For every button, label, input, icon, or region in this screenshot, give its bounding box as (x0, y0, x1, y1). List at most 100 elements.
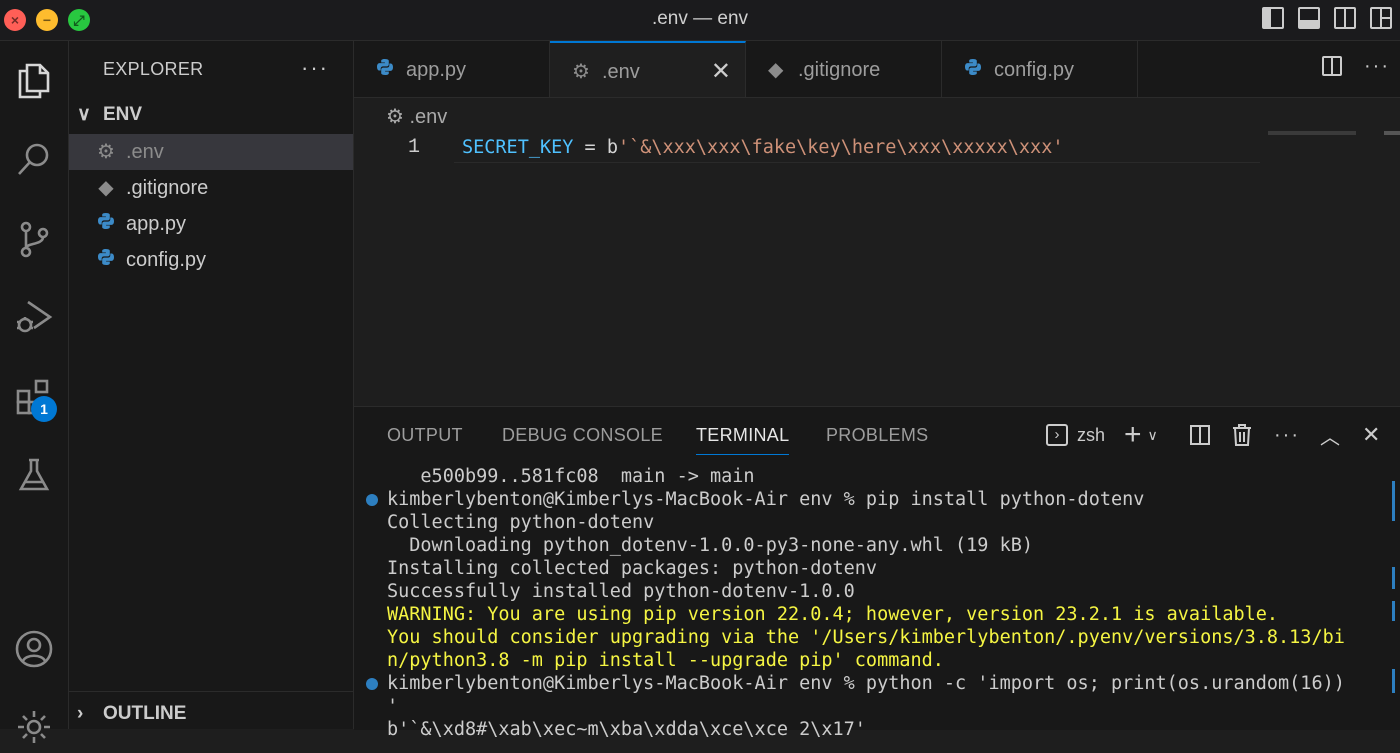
title-bar: × − ⤢ .env — env (0, 0, 1400, 41)
explorer-title: EXPLORER (103, 59, 204, 79)
manage-activity-button[interactable] (8, 701, 60, 753)
tab-terminal[interactable]: TERMINAL (696, 425, 790, 455)
python-icon (95, 242, 117, 278)
tab-config-py[interactable]: config.py (942, 41, 1138, 97)
window-title: .env — env (651, 8, 749, 29)
terminal-scroll-marker (1392, 481, 1395, 521)
code-line[interactable]: 1 SECRET_KEY = b'`&\xxx\xxx\fake\key\her… (354, 133, 1400, 163)
toggle-primary-sidebar-icon[interactable] (1262, 7, 1284, 29)
outline-label: OUTLINE (103, 703, 187, 724)
gear-icon: ⚙ (97, 141, 115, 163)
terminal-shell-selector[interactable]: › zsh (1046, 421, 1105, 449)
extensions-badge: 1 (31, 396, 57, 422)
tab-gitignore[interactable]: ◆ .gitignore (746, 41, 942, 97)
tab-label: .env (602, 61, 640, 83)
terminal-line: Collecting python-dotenv (387, 512, 655, 533)
code-variable: SECRET_KEY (462, 137, 574, 158)
source-control-activity-button[interactable] (8, 213, 60, 265)
close-tab-icon[interactable]: ✕ (711, 43, 731, 101)
terminal-line: ' (387, 696, 399, 717)
close-panel-button[interactable]: ✕ (1362, 421, 1380, 449)
file-label: app.py (126, 213, 187, 235)
chevron-down-icon[interactable]: ∨ (1148, 427, 1158, 444)
run-debug-activity-button[interactable] (8, 291, 60, 343)
command-status-dot[interactable] (366, 494, 378, 506)
current-line-highlight (454, 162, 1260, 163)
python-icon (964, 41, 982, 99)
accounts-activity-button[interactable] (8, 623, 60, 675)
file-label: config.py (126, 249, 207, 271)
tab-debug-console[interactable]: DEBUG CONSOLE (502, 425, 663, 446)
outline-section-header[interactable]: › OUTLINE (77, 703, 186, 725)
file-label: .env (126, 141, 164, 163)
terminal-line: b'`&\xd8#\xab\xec~m\xba\xdda\xce\xce 2\x… (387, 719, 866, 740)
tab-label: .gitignore (798, 59, 881, 81)
more-actions-icon[interactable]: ··· (1364, 56, 1390, 76)
kill-terminal-button[interactable] (1232, 421, 1252, 449)
shell-name: zsh (1077, 424, 1106, 445)
explorer-activity-button[interactable] (8, 55, 60, 107)
code-string: '`&\xxx\xxx\fake\key\here\xxx\xxxxx\xxx' (617, 137, 1064, 158)
chevron-up-icon: ︿ (1320, 426, 1340, 449)
editor-actions: ··· (1322, 56, 1390, 76)
line-number: 1 (407, 136, 420, 159)
testing-icon (18, 458, 50, 491)
activity-bar: 1 (0, 41, 69, 743)
terminal-line: Downloading python_dotenv-1.0.0-py3-none… (387, 535, 1034, 556)
python-icon (376, 41, 394, 99)
terminal-line: Installing collected packages: python-do… (387, 558, 878, 579)
source-control-icon (20, 221, 49, 258)
folder-header-env[interactable]: ∨ ENV (77, 103, 142, 126)
terminal-line: kimberlybenton@Kimberlys-MacBook-Air env… (387, 489, 1145, 510)
split-editor-icon[interactable] (1322, 56, 1343, 76)
split-terminal-button[interactable] (1190, 421, 1210, 449)
tab-app-py[interactable]: app.py (354, 41, 550, 97)
file-item-config-py[interactable]: config.py (69, 242, 353, 278)
tab-problems[interactable]: PROBLEMS (826, 425, 928, 446)
command-status-dot[interactable] (366, 678, 378, 690)
panel-more-actions-button[interactable]: ··· (1274, 421, 1300, 449)
gear-icon: ⚙ (572, 61, 590, 83)
tab-label: config.py (994, 59, 1075, 81)
account-icon (15, 630, 53, 668)
settings-gear-icon (18, 711, 50, 743)
breadcrumb[interactable]: ⚙ .env (386, 104, 447, 129)
explorer-sidebar: EXPLORER ··· ∨ ENV ⚙ .env ◆ .gitignore ap… (69, 41, 354, 729)
terminal-scroll-marker (1392, 601, 1395, 621)
explorer-more-actions-button[interactable]: ··· (301, 55, 329, 81)
terminal-line: kimberlybenton@Kimberlys-MacBook-Air env… (387, 673, 1345, 694)
terminal-line: e500b99..581fc08 main -> main (387, 466, 755, 487)
code-text[interactable]: SECRET_KEY = b'`&\xxx\xxx\fake\key\here\… (462, 133, 1063, 163)
editor-tabs: app.py ⚙ .env ✕ ◆ .gitignore config.py ·… (354, 41, 1400, 98)
file-item-env[interactable]: ⚙ .env (69, 134, 353, 170)
code-operator: = (573, 137, 607, 158)
terminal-scroll-marker (1392, 567, 1395, 589)
terminal-warning-line: You should consider upgrading via the '/… (387, 627, 1345, 648)
more-icon: ··· (1274, 423, 1300, 446)
toggle-panel-icon[interactable] (1298, 7, 1320, 29)
file-item-gitignore[interactable]: ◆ .gitignore (69, 170, 353, 206)
toggle-secondary-sidebar-icon[interactable] (1334, 7, 1356, 29)
file-label: .gitignore (126, 177, 209, 199)
python-icon (95, 206, 117, 242)
tab-output[interactable]: OUTPUT (387, 425, 463, 446)
split-terminal-icon (1190, 425, 1210, 445)
new-terminal-button[interactable]: + ∨ (1124, 418, 1158, 451)
terminal-warning-line: WARNING: You are using pip version 22.0.… (387, 604, 1279, 625)
outline-divider (69, 691, 353, 692)
customize-layout-icon[interactable] (1370, 7, 1392, 29)
editor-scrollbar[interactable] (1384, 131, 1400, 135)
maximize-panel-button[interactable]: ︿ (1320, 421, 1340, 449)
files-icon (18, 63, 50, 99)
search-activity-button[interactable] (8, 133, 60, 185)
panel-tabs: OUTPUT DEBUG CONSOLE TERMINAL PROBLEMS ›… (354, 407, 1400, 463)
testing-activity-button[interactable] (8, 449, 60, 501)
minimap[interactable] (1268, 131, 1356, 135)
chevron-down-icon: ∨ (77, 104, 91, 125)
tab-env[interactable]: ⚙ .env ✕ (550, 41, 746, 97)
file-item-app-py[interactable]: app.py (69, 206, 353, 242)
breadcrumb-file: .env (409, 106, 448, 128)
folder-name: ENV (103, 104, 143, 125)
bottom-panel: OUTPUT DEBUG CONSOLE TERMINAL PROBLEMS ›… (354, 406, 1400, 740)
terminal-line: Successfully installed python-dotenv-1.0… (387, 581, 855, 602)
